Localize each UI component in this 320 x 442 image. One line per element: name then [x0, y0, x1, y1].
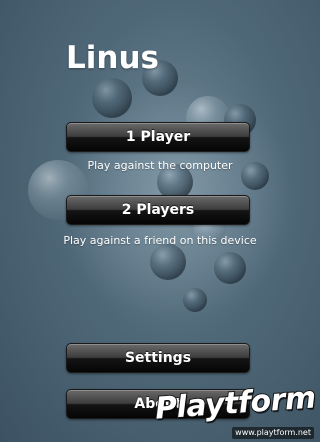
watermark-url: www.playtform.net [232, 427, 314, 439]
app-title: Linus [66, 40, 159, 76]
one-player-description: Play against the computer [87, 159, 233, 172]
watermark-logo: Playtform [153, 379, 318, 427]
playtform-watermark: Playtform www.playtform.net [153, 379, 318, 439]
two-players-button[interactable]: 2 Players [66, 195, 250, 225]
two-players-description: Play against a friend on this device [63, 234, 257, 247]
settings-button[interactable]: Settings [66, 343, 250, 373]
one-player-button[interactable]: 1 Player [66, 122, 250, 152]
main-menu-screen: Linus 1 Player Play against the computer… [0, 0, 320, 442]
